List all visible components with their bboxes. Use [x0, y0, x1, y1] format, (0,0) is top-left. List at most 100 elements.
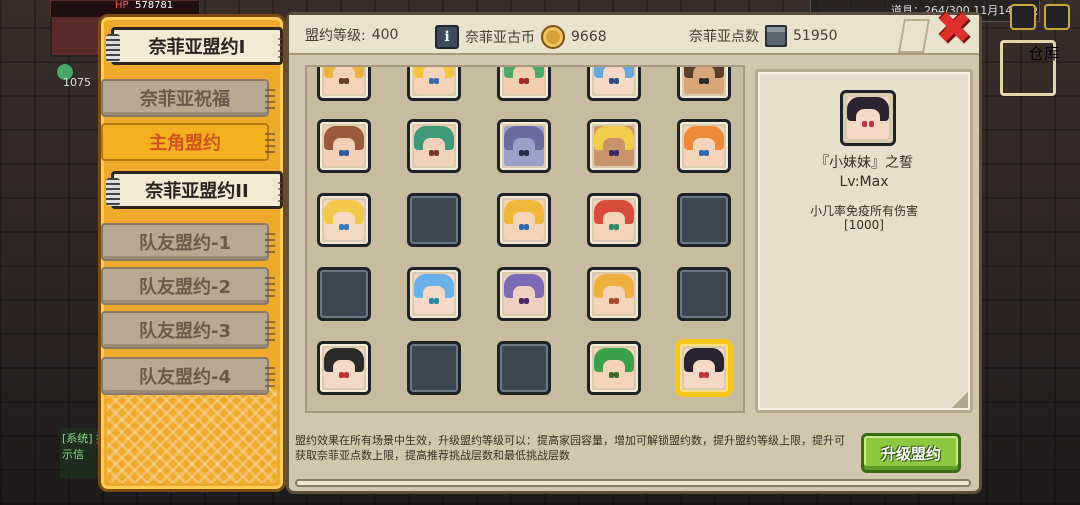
empty-slot[interactable]	[677, 267, 731, 321]
tab-edge	[265, 273, 275, 299]
character-slot[interactable]	[587, 119, 641, 173]
tab-label: 奈菲亚盟约II	[145, 181, 249, 202]
character-portrait	[414, 126, 454, 166]
tab-panel: 奈菲亚盟约I 奈菲亚祝福主角盟约奈菲亚盟约II 队友盟约-1 队友盟约-2 队友盟约-3…	[98, 14, 288, 492]
character-portrait	[594, 126, 634, 166]
coin-value: 9668	[571, 29, 607, 45]
page-curl	[952, 392, 968, 408]
character-portrait	[324, 67, 364, 94]
character-slot[interactable]	[497, 267, 551, 321]
points-label: 奈菲亚点数	[689, 29, 759, 45]
character-slot[interactable]	[317, 341, 371, 395]
footer-description: 盟约效果在所有场景中生效，升级盟约等级可以：提高家园容量，增加可解锁盟约数，提升…	[295, 434, 845, 462]
character-portrait	[504, 200, 544, 240]
character-slot[interactable]	[317, 67, 371, 101]
tab-2[interactable]: 奈菲亚祝福	[101, 79, 275, 117]
tab-edge	[265, 317, 275, 343]
character-portrait	[684, 126, 724, 166]
character-slot[interactable]	[677, 341, 731, 395]
empty-slot[interactable]	[317, 267, 371, 321]
ribbon-decoration	[898, 19, 930, 53]
binder-ring-icon	[106, 178, 120, 206]
detail-value: [1000]	[844, 218, 884, 232]
character-slot[interactable]	[677, 119, 731, 173]
tab-edge	[265, 229, 275, 255]
empty-slot[interactable]	[677, 193, 731, 247]
character-slot[interactable]	[317, 119, 371, 173]
character-slot[interactable]	[407, 67, 461, 101]
exit-icon[interactable]	[1044, 4, 1070, 30]
level-value: 400	[371, 27, 399, 43]
character-portrait	[414, 274, 454, 314]
character-portrait	[594, 67, 634, 94]
tab-label: 队友盟约-3	[139, 321, 231, 342]
info-icon[interactable]: i	[435, 25, 459, 49]
points-icon	[765, 25, 787, 47]
tab-1[interactable]: 奈菲亚盟约I	[106, 27, 288, 65]
tab-8[interactable]: 队友盟约-4	[101, 357, 275, 395]
character-portrait	[594, 274, 634, 314]
tab-7[interactable]: 队友盟约-3	[101, 311, 275, 349]
binder-ring-icon	[106, 34, 120, 62]
covenant-grid	[305, 65, 745, 413]
network-icon[interactable]	[1010, 4, 1036, 30]
character-portrait	[324, 126, 364, 166]
empty-slot[interactable]	[407, 193, 461, 247]
character-portrait	[504, 67, 544, 94]
points-group: 奈菲亚点数 51950	[689, 25, 838, 47]
tab-3[interactable]: 主角盟约	[101, 123, 275, 161]
coin-icon	[541, 25, 565, 49]
character-portrait	[594, 200, 634, 240]
character-slot[interactable]	[587, 267, 641, 321]
tab-label: 奈菲亚祝福	[140, 89, 230, 110]
empty-slot[interactable]	[497, 341, 551, 395]
points-value: 51950	[793, 28, 838, 44]
empty-slot[interactable]	[407, 341, 461, 395]
character-slot[interactable]	[587, 341, 641, 395]
tab-6[interactable]: 队友盟约-2	[101, 267, 275, 305]
character-slot[interactable]	[587, 67, 641, 101]
character-slot[interactable]	[407, 267, 461, 321]
scroll-track[interactable]	[295, 479, 971, 487]
detail-portrait	[840, 90, 896, 146]
detail-panel: 『小妹妹』之誓 Lv:Max 小几率免疫所有伤害 [1000]	[755, 69, 973, 413]
level-label: 盟约等级:	[305, 28, 366, 44]
level-display: 盟约等级: 400	[305, 25, 398, 45]
tab-label: 队友盟约-2	[139, 277, 231, 298]
green-stat-value: 1075	[63, 76, 91, 89]
detail-title: 『小妹妹』之誓	[815, 155, 913, 171]
hp-value: 578781	[135, 0, 174, 11]
upgrade-covenant-button[interactable]: 升级盟约	[861, 433, 961, 473]
character-portrait	[324, 200, 364, 240]
detail-portrait-art	[847, 97, 889, 139]
character-portrait	[594, 348, 634, 388]
character-slot[interactable]	[497, 67, 551, 101]
tab-edge	[265, 85, 275, 111]
character-slot[interactable]	[497, 119, 551, 173]
tab-label: 奈菲亚盟约I	[148, 37, 246, 58]
coin-label: 奈菲亚古币	[465, 30, 535, 46]
tab-edge	[265, 363, 275, 389]
character-slot[interactable]	[587, 193, 641, 247]
character-slot[interactable]	[497, 193, 551, 247]
tab-4[interactable]: 奈菲亚盟约II	[106, 171, 288, 209]
character-portrait	[504, 126, 544, 166]
character-slot[interactable]	[677, 67, 731, 101]
character-portrait	[684, 348, 724, 388]
character-portrait	[684, 67, 724, 94]
tab-5[interactable]: 队友盟约-1	[101, 223, 275, 261]
detail-description: 小几率免疫所有伤害	[809, 204, 918, 218]
character-slot[interactable]	[317, 193, 371, 247]
character-portrait	[324, 348, 364, 388]
close-button[interactable]: ✖	[933, 7, 975, 51]
header-bar: 盟约等级: 400 i 奈菲亚古币 9668 奈菲亚点数 51950 ✖	[289, 7, 979, 55]
panel-pattern	[107, 383, 277, 483]
hp-label: HP	[115, 0, 129, 11]
warehouse-label: 仓库	[1027, 44, 1060, 63]
tab-label: 主角盟约	[149, 133, 221, 154]
tab-label: 队友盟约-1	[139, 233, 231, 254]
covenant-panel: 盟约等级: 400 i 奈菲亚古币 9668 奈菲亚点数 51950 ✖ 『小妹…	[286, 7, 982, 494]
tab-label: 队友盟约-4	[139, 367, 231, 388]
tab-edge	[265, 129, 275, 155]
character-slot[interactable]	[407, 119, 461, 173]
